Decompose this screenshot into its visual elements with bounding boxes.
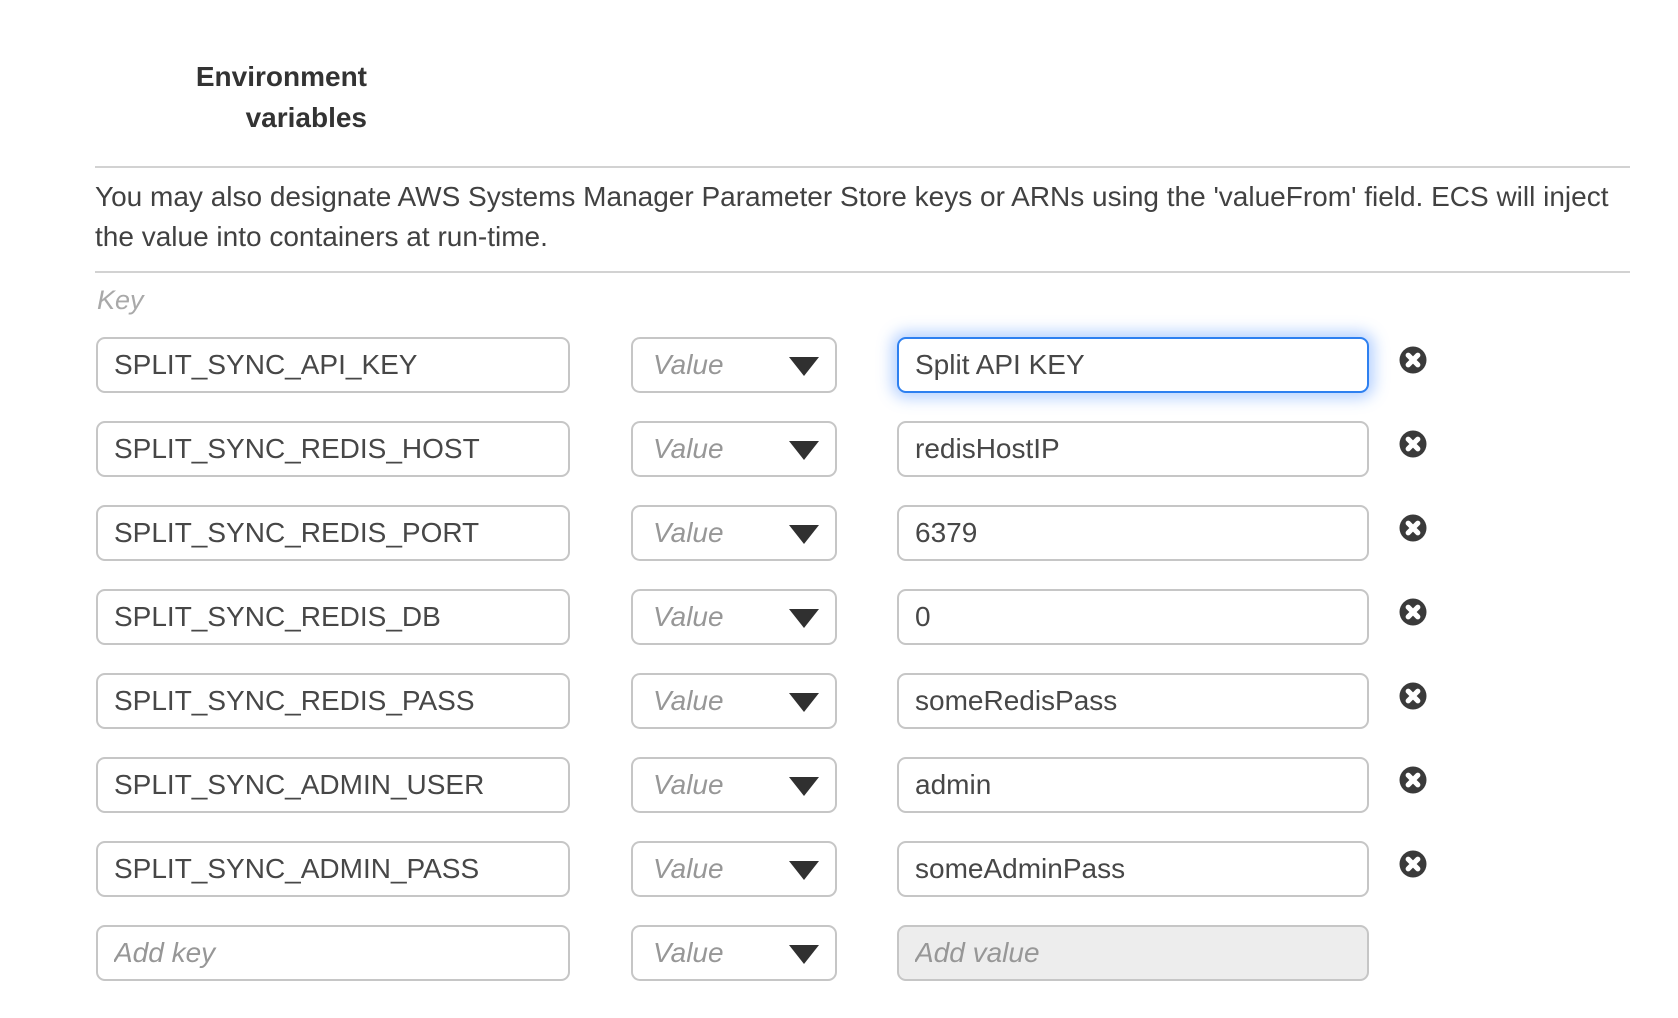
- env-type-select[interactable]: Value: [631, 757, 837, 813]
- circle-x-icon: [1399, 766, 1427, 794]
- remove-row-button[interactable]: [1399, 430, 1427, 458]
- env-var-row: Value: [0, 925, 1678, 981]
- remove-row-button[interactable]: [1399, 598, 1427, 626]
- caret-down-icon: [789, 861, 819, 880]
- remove-row-button[interactable]: [1399, 514, 1427, 542]
- env-value-input[interactable]: [897, 505, 1369, 561]
- type-select-label: Value: [653, 769, 724, 801]
- caret-down-icon: [789, 777, 819, 796]
- caret-down-icon: [789, 357, 819, 376]
- env-value-input[interactable]: [897, 589, 1369, 645]
- env-key-input[interactable]: [96, 337, 570, 393]
- add-value-input[interactable]: [897, 925, 1369, 981]
- env-var-row: Value: [0, 589, 1678, 645]
- env-type-select[interactable]: Value: [631, 421, 837, 477]
- env-value-input[interactable]: [897, 757, 1369, 813]
- remove-row-button[interactable]: [1399, 682, 1427, 710]
- env-type-select[interactable]: Value: [631, 589, 837, 645]
- circle-x-icon: [1399, 682, 1427, 710]
- env-value-input[interactable]: [897, 337, 1369, 393]
- env-var-row: Value: [0, 421, 1678, 477]
- divider: [95, 166, 1630, 168]
- env-var-row: Value: [0, 337, 1678, 393]
- env-variable-rows: Value Value: [0, 337, 1678, 1009]
- env-var-row: Value: [0, 673, 1678, 729]
- type-select-label: Value: [653, 937, 724, 969]
- env-key-input[interactable]: [96, 673, 570, 729]
- remove-row-button[interactable]: [1399, 850, 1427, 878]
- caret-down-icon: [789, 945, 819, 964]
- env-type-select[interactable]: Value: [631, 505, 837, 561]
- circle-x-icon: [1399, 850, 1427, 878]
- env-var-row: Value: [0, 841, 1678, 897]
- key-column-header: Key: [97, 285, 144, 316]
- env-variables-label: Environment variables: [87, 56, 367, 138]
- env-var-row: Value: [0, 757, 1678, 813]
- help-text: You may also designate AWS Systems Manag…: [95, 177, 1632, 257]
- circle-x-icon: [1399, 346, 1427, 374]
- caret-down-icon: [789, 693, 819, 712]
- caret-down-icon: [789, 609, 819, 628]
- type-select-label: Value: [653, 685, 724, 717]
- circle-x-icon: [1399, 598, 1427, 626]
- divider: [95, 271, 1630, 273]
- env-value-input[interactable]: [897, 841, 1369, 897]
- type-select-label: Value: [653, 349, 724, 381]
- circle-x-icon: [1399, 430, 1427, 458]
- env-key-input[interactable]: [96, 589, 570, 645]
- type-select-label: Value: [653, 853, 724, 885]
- remove-row-button[interactable]: [1399, 766, 1427, 794]
- ecs-environment-variables-form: { "form": { "label": "Environment variab…: [0, 0, 1678, 1018]
- env-value-input[interactable]: [897, 421, 1369, 477]
- env-key-input[interactable]: [96, 757, 570, 813]
- env-key-input[interactable]: [96, 841, 570, 897]
- add-key-input[interactable]: [96, 925, 570, 981]
- caret-down-icon: [789, 525, 819, 544]
- type-select-label: Value: [653, 433, 724, 465]
- env-value-input[interactable]: [897, 673, 1369, 729]
- type-select-label: Value: [653, 601, 724, 633]
- type-select-label: Value: [653, 517, 724, 549]
- env-type-select[interactable]: Value: [631, 673, 837, 729]
- caret-down-icon: [789, 441, 819, 460]
- env-key-input[interactable]: [96, 505, 570, 561]
- env-type-select[interactable]: Value: [631, 337, 837, 393]
- env-type-select[interactable]: Value: [631, 925, 837, 981]
- env-var-row: Value: [0, 505, 1678, 561]
- env-key-input[interactable]: [96, 421, 570, 477]
- env-type-select[interactable]: Value: [631, 841, 837, 897]
- remove-row-button[interactable]: [1399, 346, 1427, 374]
- circle-x-icon: [1399, 514, 1427, 542]
